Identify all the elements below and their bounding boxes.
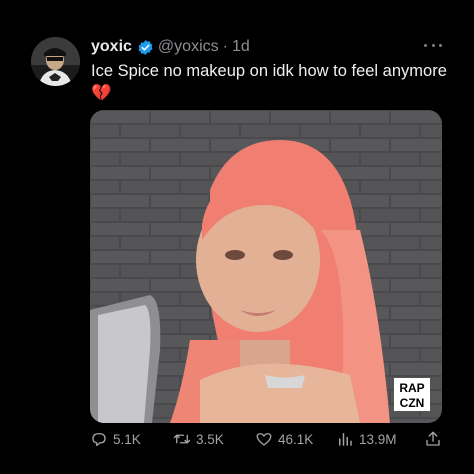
views-count: 13.9M	[359, 431, 397, 447]
retweet-icon	[173, 434, 191, 444]
verified-badge-icon	[138, 39, 153, 55]
like-icon	[256, 433, 272, 446]
tweet-text: Ice Spice no makeup on idk how to feel a…	[91, 62, 447, 102]
reply-button[interactable]: 5.1K	[90, 430, 141, 448]
display-name[interactable]: yoxic	[91, 38, 132, 56]
tweet-media[interactable]: RAP CZN	[90, 110, 442, 423]
views-icon	[339, 433, 352, 446]
like-button[interactable]: 46.1K	[255, 430, 313, 448]
reply-count: 5.1K	[113, 431, 141, 447]
retweet-count: 3.5K	[196, 431, 224, 447]
watermark-line2: CZN	[400, 396, 425, 410]
avatar-image	[31, 37, 80, 86]
handle[interactable]: @yoxics	[158, 38, 219, 56]
views-button[interactable]: 13.9M	[336, 430, 397, 448]
reply-icon	[92, 433, 106, 447]
retweet-button[interactable]: 3.5K	[173, 430, 224, 448]
share-button[interactable]	[424, 430, 442, 448]
separator-dot: ·	[222, 38, 228, 55]
avatar[interactable]	[31, 37, 80, 86]
media-image: RAP CZN	[90, 110, 442, 423]
tweet-actions: 5.1K 3.5K 46.1K 13.9M	[90, 428, 442, 452]
like-count: 46.1K	[278, 431, 314, 447]
more-icon[interactable]	[424, 38, 442, 52]
tweet-header: yoxic @yoxics · 1d	[91, 36, 250, 58]
timestamp[interactable]: 1d	[232, 38, 250, 56]
share-icon	[426, 431, 440, 446]
watermark-line1: RAP	[399, 381, 424, 395]
